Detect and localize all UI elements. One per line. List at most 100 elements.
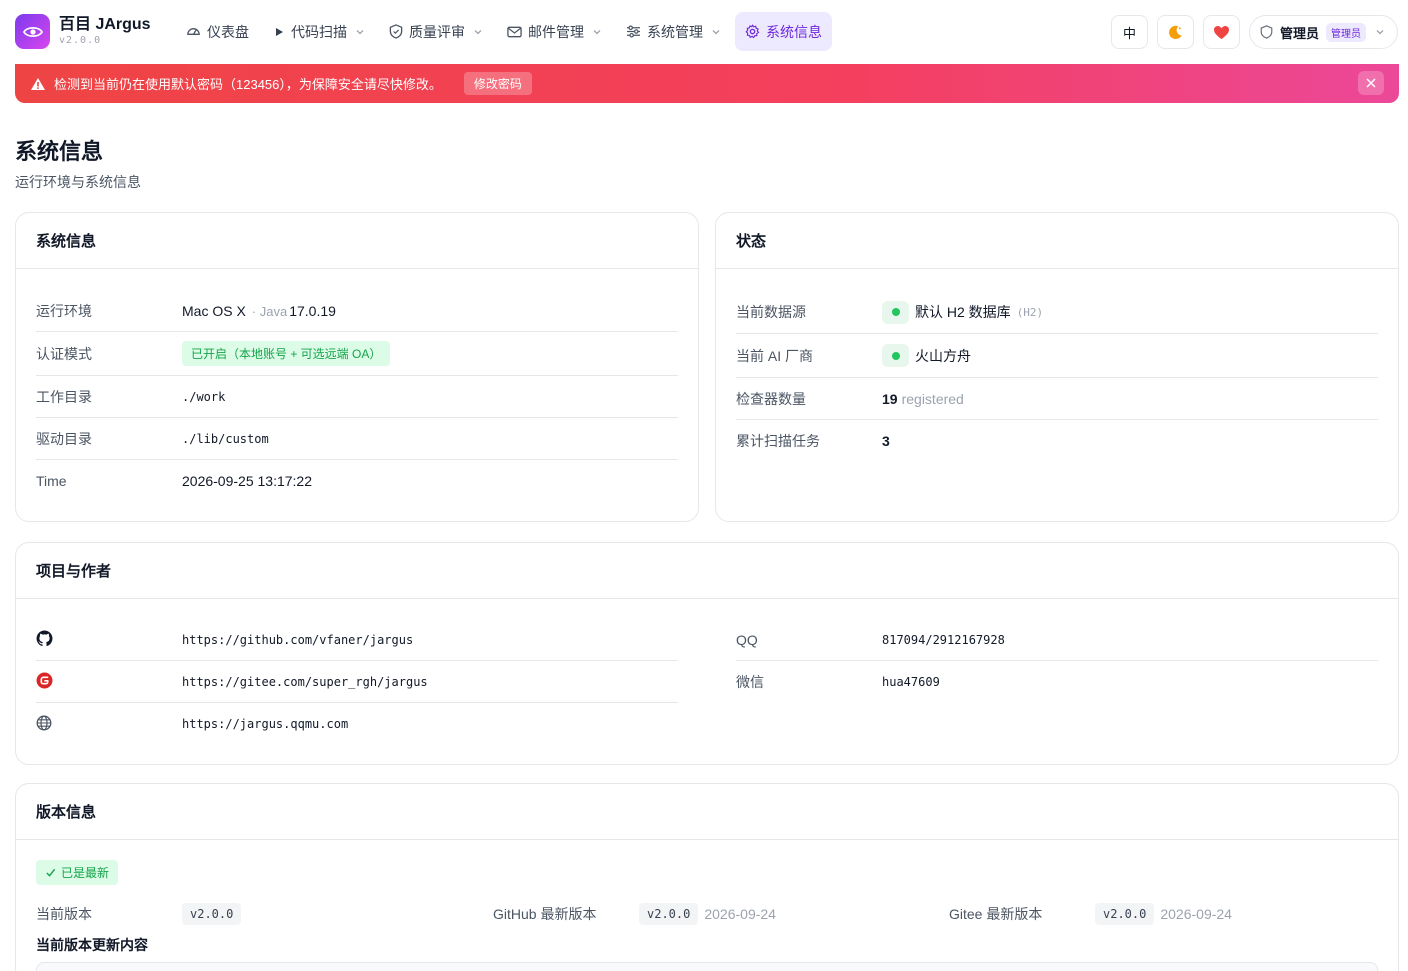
github-latest-date: 2026-09-24 (704, 906, 776, 922)
mail-icon (507, 26, 522, 37)
github-latest-label: GitHub 最新版本 (493, 906, 597, 922)
qq-value: 817094/2912167928 (882, 632, 1005, 647)
env-value: Mac OS X · Java 17.0.19 (182, 303, 336, 319)
checker-row: 检查器数量 19 registered (736, 378, 1378, 420)
gitee-latest-value: v2.0.0 (1095, 903, 1155, 925)
theme-toggle-button[interactable] (1157, 15, 1194, 49)
gitee-link[interactable]: https://gitee.com/super_rgh/jargus (182, 675, 428, 689)
checker-value: 19 registered (882, 391, 964, 407)
nav-quality-review[interactable]: 质量评审 (379, 12, 493, 51)
header-tools: 中 管理员 管理员 (1111, 15, 1398, 49)
wechat-row: 微信 hua47609 (736, 661, 1378, 703)
brand-name: 百目 JArgus (59, 16, 151, 33)
system-info-card: 系统信息 运行环境 Mac OS X · Java 17.0.19 认证模式 已… (15, 212, 699, 522)
shield-icon (389, 24, 403, 39)
nav-quality-review-label: 质量评审 (409, 23, 465, 40)
gitee-latest-label: Gitee 最新版本 (949, 906, 1043, 922)
env-sep: · Java (251, 303, 288, 319)
github-latest-value: v2.0.0 (639, 903, 699, 925)
language-toggle-button[interactable]: 中 (1111, 15, 1148, 49)
user-menu-button[interactable]: 管理员 管理员 (1249, 15, 1398, 49)
qq-row: QQ 817094/2912167928 (736, 619, 1378, 661)
alert-message: 检测到当前仍在使用默认密码（123456），为保障安全请尽快修改。 (54, 77, 442, 92)
wechat-value: hua47609 (882, 675, 940, 689)
project-author-card: 项目与作者 https://github.com/vfaner/jargus h… (15, 542, 1399, 765)
nav-system-info[interactable]: 系统信息 (735, 12, 832, 51)
datasource-value: 默认 H2 数据库 (H2) (882, 300, 1044, 324)
nav-system-management[interactable]: 系统管理 (616, 12, 731, 51)
nav-code-scan[interactable]: 代码扫描 (263, 12, 375, 51)
env-label: 运行环境 (36, 303, 92, 319)
checker-label: 检查器数量 (736, 390, 806, 407)
user-name: 管理员 (1280, 25, 1320, 41)
github-icon (36, 630, 182, 650)
datasource-label: 当前数据源 (736, 304, 806, 320)
auth-status-badge: 已开启（本地账号 + 可选远端 OA） (182, 341, 391, 366)
nav-dashboard-label: 仪表盘 (207, 23, 249, 40)
checker-count: 19 (882, 390, 898, 407)
up-to-date-label: 已是最新 (61, 866, 110, 880)
sliders-icon (627, 25, 640, 38)
page-title: 系统信息 (15, 139, 104, 164)
status-dot-icon (882, 300, 909, 324)
check-icon (46, 868, 56, 877)
checker-suffix: registered (901, 390, 964, 407)
ai-vendor-row: 当前 AI 厂商 火山方舟 (736, 334, 1378, 378)
eye-logo-icon[interactable] (15, 14, 50, 49)
favorite-button[interactable] (1203, 15, 1240, 49)
version-info-card: 版本信息 已是最新 当前版本 v2.0.0 GitHub 最新版本 v2.0.0… (15, 783, 1399, 971)
brand-version: v2.0.0 (59, 35, 102, 46)
gitee-latest-version: Gitee 最新版本 v2.0.0 2026-09-24 (949, 902, 1232, 926)
env-os: Mac OS X (182, 303, 246, 319)
auth-label: 认证模式 (36, 345, 92, 362)
changelog-label: 当前版本更新内容 (36, 937, 148, 953)
brand[interactable]: 百目 JArgus v2.0.0 (59, 15, 151, 47)
time-label: Time (36, 473, 67, 489)
github-link[interactable]: https://github.com/vfaner/jargus (182, 633, 413, 647)
current-version-label: 当前版本 (36, 906, 92, 922)
gear-icon (745, 24, 760, 39)
card-title: 系统信息 (16, 213, 698, 269)
current-version-value: v2.0.0 (182, 903, 242, 925)
nav-mail-management[interactable]: 邮件管理 (497, 12, 612, 51)
close-icon (1366, 78, 1376, 88)
gauge-icon (187, 28, 200, 35)
chevron-down-icon (712, 29, 720, 34)
card-title: 项目与作者 (16, 543, 1398, 599)
default-password-alert: 检测到当前仍在使用默认密码（123456），为保障安全请尽快修改。 修改密码 (15, 64, 1399, 103)
chevron-down-icon (474, 29, 482, 34)
change-password-button[interactable]: 修改密码 (463, 72, 532, 95)
github-row: https://github.com/vfaner/jargus (36, 619, 678, 661)
play-icon (276, 27, 283, 36)
nav-dashboard[interactable]: 仪表盘 (176, 12, 259, 51)
driverdir-value: ./lib/custom (182, 431, 269, 446)
top-navbar: 百目 JArgus v2.0.0 仪表盘 代码扫描 质量评审 邮件管理 系统管理 (0, 0, 1408, 64)
globe-icon (36, 715, 182, 734)
driverdir-row: 驱动目录 ./lib/custom (36, 418, 678, 460)
driverdir-label: 驱动目录 (36, 430, 92, 447)
nav-code-scan-label: 代码扫描 (291, 23, 347, 40)
ai-vendor-name: 火山方舟 (915, 347, 971, 364)
close-alert-button[interactable] (1358, 71, 1384, 95)
page-subtitle: 运行环境与系统信息 (15, 174, 141, 190)
datasource-tag: (H2) (1016, 305, 1044, 319)
time-row: Time 2026-09-25 13:17:22 (36, 460, 678, 502)
tasks-row: 累计扫描任务 3 (736, 420, 1378, 462)
website-link[interactable]: https://jargus.qqmu.com (182, 717, 348, 731)
up-to-date-badge: 已是最新 (36, 860, 119, 885)
changelog-box (36, 962, 1378, 971)
tasks-label: 累计扫描任务 (736, 433, 820, 449)
github-latest-version: GitHub 最新版本 v2.0.0 2026-09-24 (493, 902, 776, 926)
current-version: 当前版本 v2.0.0 (36, 902, 242, 926)
role-badge: 管理员 (1326, 22, 1367, 42)
warning-icon (31, 77, 45, 90)
datasource-name: 默认 H2 数据库 (915, 304, 1011, 320)
workdir-value: ./work (182, 389, 226, 404)
gitee-icon (36, 672, 182, 692)
qq-label: QQ (736, 631, 758, 648)
env-java: 17.0.19 (289, 303, 336, 319)
ai-vendor-label: 当前 AI 厂商 (736, 347, 814, 364)
workdir-row: 工作目录 ./work (36, 376, 678, 418)
env-row: 运行环境 Mac OS X · Java 17.0.19 (36, 291, 678, 332)
auth-row: 认证模式 已开启（本地账号 + 可选远端 OA） (36, 332, 678, 376)
